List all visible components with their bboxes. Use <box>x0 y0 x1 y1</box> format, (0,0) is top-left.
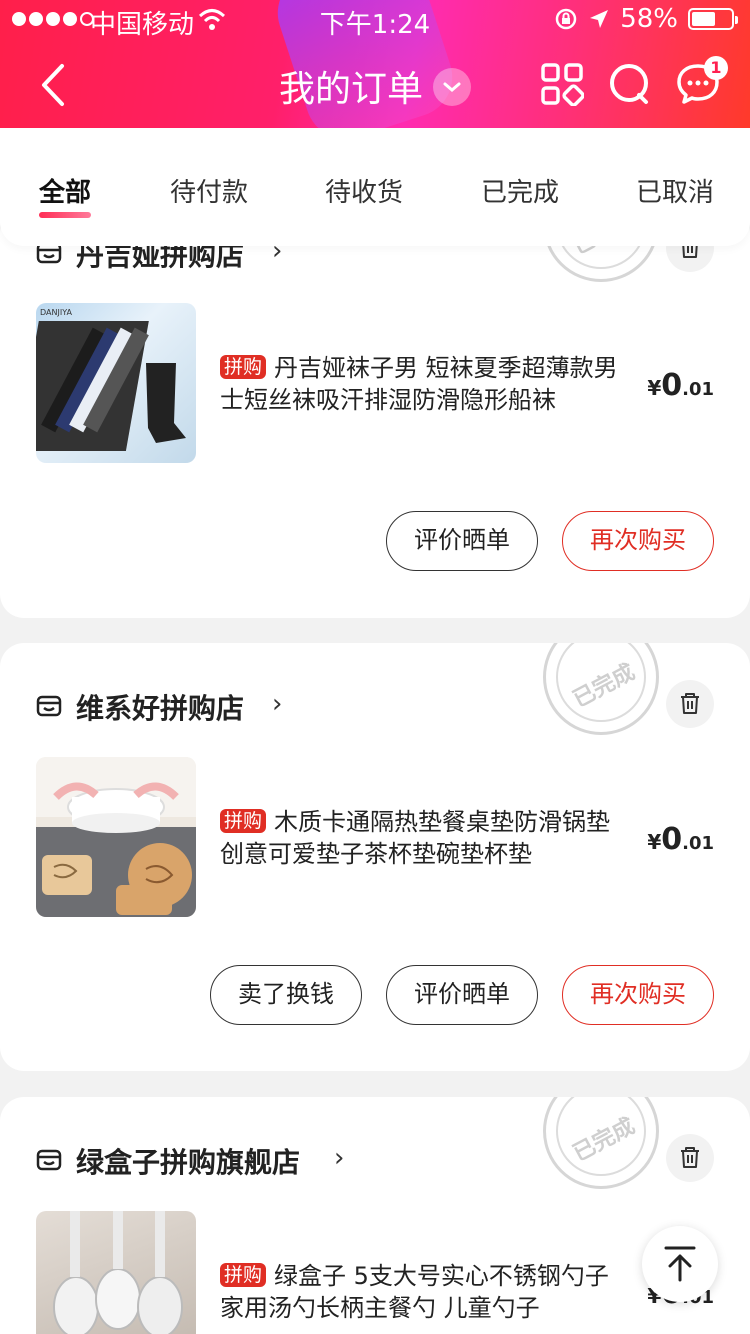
tab-pending-receipt[interactable]: 待收货 <box>325 172 403 209</box>
group-buy-tag: 拼购 <box>220 809 267 833</box>
order-card: 丹吉娅拼购店 › 已完成 DANJIYA 拼购丹吉娅袜子男 短袜夏季超薄款男士短… <box>0 210 750 618</box>
product-title[interactable]: 拼购 绿盒子 5支大号实心不锈钢勺子 家用汤勺长柄主餐勺 儿童勺子 <box>220 1260 625 1324</box>
price-decimal: .01 <box>682 833 714 854</box>
status-bar: 中国移动 下午1:24 58% <box>0 0 750 40</box>
svg-text:DANJIYA: DANJIYA <box>40 308 72 317</box>
product-image[interactable] <box>36 1211 196 1334</box>
product-title-text: 绿盒子 5支大号实心不锈钢勺子 家用汤勺长柄主餐勺 儿童勺子 <box>220 1262 609 1322</box>
product-image[interactable] <box>36 757 196 917</box>
product-title[interactable]: 拼购 木质卡通隔热垫餐桌垫防滑锅垫创意可爱垫子茶杯垫碗垫杯垫 <box>220 806 625 870</box>
sell-button[interactable]: 卖了换钱 <box>210 965 362 1025</box>
socks-image: DANJIYA <box>36 308 186 451</box>
product-title-text: 木质卡通隔热垫餐桌垫防滑锅垫创意可爱垫子茶杯垫碗垫杯垫 <box>220 808 611 868</box>
order-card: 绿盒子拼购旗舰店 › 已完成 拼购 绿盒子 5支大号实心不锈钢勺子 家用汤勺长柄主… <box>0 1097 750 1334</box>
tab-active-indicator <box>39 212 91 218</box>
product-title-text: 丹吉娅袜子男 短袜夏季超薄款男士短丝袜吸汗排湿防滑隐形船袜 <box>220 354 618 414</box>
product-price: ¥0.01 <box>647 822 714 857</box>
price-symbol: ¥ <box>647 830 662 854</box>
store-name[interactable]: 维系好拼购店 <box>76 687 244 727</box>
review-button[interactable]: 评价晒单 <box>386 511 538 571</box>
search-icon[interactable] <box>608 62 652 106</box>
trash-icon <box>681 1147 699 1168</box>
chevron-right-icon[interactable]: › <box>272 689 282 719</box>
arrow-up-icon <box>664 1246 696 1282</box>
chevron-down-icon[interactable] <box>433 68 471 106</box>
product-title[interactable]: 拼购 丹吉娅袜子男 短袜夏季超薄款男士短丝袜吸汗排湿防滑隐形船袜 <box>220 352 625 416</box>
store-icon <box>36 1149 62 1171</box>
app-header: 中国移动 下午1:24 58% 我的订单 1 <box>0 0 750 128</box>
trash-icon <box>681 693 699 714</box>
location-icon <box>590 10 609 28</box>
stamp-text: 已完成 <box>569 659 640 713</box>
group-buy-tag: 拼购 <box>220 1263 267 1287</box>
price-integer: 0 <box>661 368 683 403</box>
stamp-text: 已完成 <box>569 1113 640 1167</box>
coaster-image <box>36 757 196 917</box>
chevron-right-icon[interactable]: › <box>334 1143 344 1173</box>
order-card: 维系好拼购店 › 已完成 拼购 木质卡通隔热垫餐桌垫防滑锅垫创意可爱垫子茶杯垫碗垫… <box>0 643 750 1071</box>
order-tabs: 全部 待付款 待收货 已完成 已取消 <box>0 128 750 246</box>
store-name[interactable]: 绿盒子拼购旗舰店 <box>76 1141 300 1181</box>
product-price: ¥0.01 <box>647 368 714 403</box>
product-image[interactable]: DANJIYA <box>36 303 196 463</box>
delete-button[interactable] <box>666 680 714 728</box>
review-button[interactable]: 评价晒单 <box>386 965 538 1025</box>
group-buy-tag: 拼购 <box>220 355 267 379</box>
tab-pending-payment[interactable]: 待付款 <box>170 172 248 209</box>
back-to-top-button[interactable] <box>642 1226 718 1302</box>
completed-stamp: 已完成 <box>543 1097 659 1189</box>
price-integer: 0 <box>661 822 683 857</box>
rotation-lock-icon <box>555 8 577 30</box>
delete-button[interactable] <box>666 1134 714 1182</box>
battery-icon <box>688 8 738 30</box>
store-icon <box>36 695 62 717</box>
tab-cancelled[interactable]: 已取消 <box>636 172 714 209</box>
price-symbol: ¥ <box>647 376 662 400</box>
spoon-image <box>53 1211 183 1334</box>
battery-percent: 58% <box>620 4 678 34</box>
status-right: 58% <box>554 4 738 34</box>
tab-completed[interactable]: 已完成 <box>481 172 559 209</box>
category-icon[interactable] <box>540 62 584 106</box>
page-title-text: 我的订单 <box>278 69 423 110</box>
tab-all[interactable]: 全部 <box>39 172 91 209</box>
price-decimal: .01 <box>682 379 714 400</box>
message-badge: 1 <box>704 56 728 80</box>
buy-again-button[interactable]: 再次购买 <box>562 965 714 1025</box>
completed-stamp: 已完成 <box>543 643 659 735</box>
buy-again-button[interactable]: 再次购买 <box>562 511 714 571</box>
